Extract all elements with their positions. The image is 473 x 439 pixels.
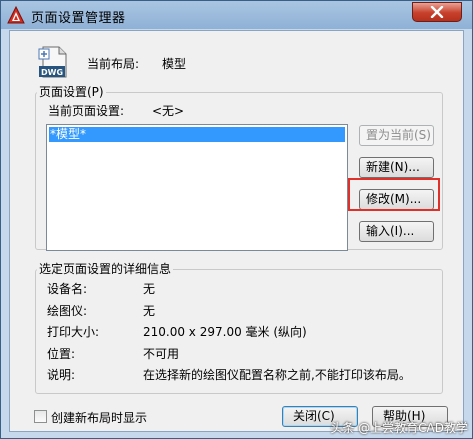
set-current-button[interactable]: 置为当前(S) xyxy=(359,125,434,146)
import-button[interactable]: 输入(I)... xyxy=(359,221,434,242)
description-value: 在选择新的绘图仪配置名称之前,不能打印该布局。 xyxy=(143,368,411,382)
device-name-value: 无 xyxy=(143,282,156,296)
new-button[interactable]: 新建(N)... xyxy=(359,157,434,178)
plot-size-label: 打印大小: xyxy=(47,325,100,339)
details-group-title: 选定页面设置的详细信息 xyxy=(37,260,174,277)
dwg-file-icon: DWG xyxy=(38,46,67,78)
current-layout-value: 模型 xyxy=(162,57,187,71)
autocad-app-icon xyxy=(7,6,25,24)
modify-highlight-box xyxy=(348,178,440,211)
page-setup-group-title: 页面设置(P) xyxy=(37,83,106,100)
page-setup-list[interactable]: *模型* xyxy=(46,124,348,251)
current-page-setup-value: <无> xyxy=(152,104,185,118)
plotter-label: 绘图仪: xyxy=(47,304,88,318)
show-on-new-layout-label[interactable]: 创建新布局时显示 xyxy=(51,409,147,426)
plotter-value: 无 xyxy=(143,304,156,318)
svg-text:DWG: DWG xyxy=(41,68,63,77)
list-item[interactable]: *模型* xyxy=(49,127,345,142)
close-window-button[interactable] xyxy=(412,2,462,22)
title-bar[interactable]: 页面设置管理器 xyxy=(1,1,472,29)
dialog-client-area: DWG 当前布局: 模型 页面设置(P) 当前页面设置: <无> *模型* 置为… xyxy=(9,30,464,432)
watermark: 头条 @上尝教育CAD教学 xyxy=(330,421,468,435)
current-layout-label: 当前布局: xyxy=(87,57,140,71)
current-page-setup-label: 当前页面设置: xyxy=(48,104,125,118)
page-setup-manager-dialog: 页面设置管理器 DWG 当前布局: 模型 页面设置(P) 当前页面设置: <无>… xyxy=(0,0,473,439)
close-icon xyxy=(430,6,444,18)
location-label: 位置: xyxy=(47,347,76,361)
description-label: 说明: xyxy=(47,368,76,382)
show-on-new-layout-checkbox[interactable] xyxy=(34,410,47,423)
device-name-label: 设备名: xyxy=(47,282,88,296)
plot-size-value: 210.00 x 297.00 毫米 (纵向) xyxy=(143,325,307,339)
window-title: 页面设置管理器 xyxy=(31,11,126,26)
location-value: 不可用 xyxy=(143,347,180,361)
